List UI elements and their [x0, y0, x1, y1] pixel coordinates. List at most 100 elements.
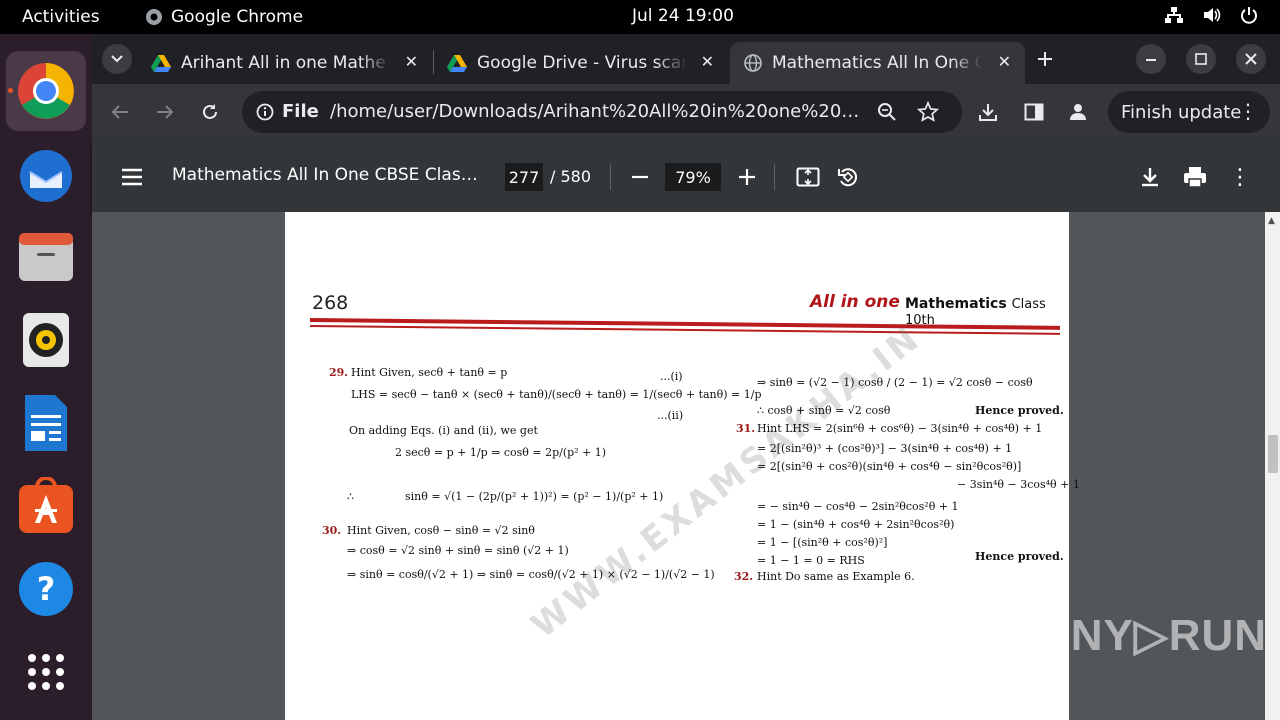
vertical-scrollbar[interactable]: ▲: [1265, 212, 1280, 720]
maximize-button[interactable]: [1186, 44, 1216, 74]
zoom-out-button[interactable]: [625, 162, 655, 192]
reload-button[interactable]: [194, 96, 226, 128]
q30-line-3: ⇒ sinθ = cosθ/(√2 + 1) ⇒ sinθ = cosθ/(√2…: [347, 568, 715, 581]
zoom-level-input[interactable]: 79%: [665, 163, 721, 191]
pdf-title: Mathematics All In One CBSE Class 1...: [172, 165, 482, 185]
r-line-1: ⇒ sinθ = (√2 − 1) cosθ / (2 − 1) = √2 co…: [757, 376, 1033, 389]
address-bar[interactable]: File /home/user/Downloads/Arihant%20All%…: [242, 91, 962, 133]
url-text[interactable]: /home/user/Downloads/Arihant%20All%20in%…: [330, 101, 870, 122]
close-icon[interactable]: ✕: [998, 52, 1011, 71]
hamburger-icon: [122, 168, 142, 186]
printer-icon: [1184, 167, 1206, 188]
svg-text:?: ?: [37, 570, 56, 608]
folder-icon: [19, 233, 73, 281]
q29-therefore: ∴: [347, 490, 354, 503]
system-tray[interactable]: [1164, 6, 1258, 24]
dock-files[interactable]: [6, 217, 86, 297]
q32-line-1: Hint Do same as Example 6.: [757, 570, 915, 583]
dock-help[interactable]: ?: [6, 549, 86, 629]
software-store-icon: [19, 477, 73, 533]
clock[interactable]: Jul 24 19:00: [632, 6, 734, 26]
google-drive-icon: [447, 55, 467, 72]
globe-icon: [744, 54, 762, 72]
new-tab-button[interactable]: [1029, 43, 1061, 75]
tab-1[interactable]: Arihant All in one Mathe ✕: [137, 42, 432, 84]
maximize-icon: [1195, 53, 1207, 65]
q31-line-2: = 2[(sin²θ)³ + (cos²θ)³] − 3(sin⁴θ + cos…: [757, 442, 1013, 455]
power-icon: [1241, 7, 1257, 24]
bookmark-star-icon[interactable]: [917, 101, 939, 123]
dock-thunderbird[interactable]: [6, 134, 86, 214]
profile-button[interactable]: [1062, 96, 1094, 128]
toolbar-divider: [610, 164, 611, 190]
zoom-icon[interactable]: [877, 102, 897, 122]
tab-title: Arihant All in one Mathe: [181, 53, 386, 73]
q31-line-7: = 1 − [(sin²θ + cos²θ)²]: [757, 536, 888, 549]
close-icon: [1245, 53, 1257, 65]
activities-button[interactable]: Activities: [22, 7, 100, 27]
site-info-chip[interactable]: File: [256, 101, 319, 122]
dock-rhythmbox[interactable]: [6, 300, 86, 380]
minimize-button[interactable]: [1136, 44, 1166, 74]
dock-show-apps[interactable]: [6, 632, 86, 712]
q31-line-6: = 1 − (sin⁴θ + cos⁴θ + 2sin²θcos²θ): [757, 518, 955, 531]
r-line-2: ∴ cosθ + sinθ = √2 cosθ: [757, 404, 891, 417]
side-panel-icon: [1024, 103, 1044, 121]
chrome-small-icon: [146, 9, 162, 25]
hence-proved-2: Hence proved.: [975, 550, 1064, 563]
page-number-input[interactable]: 277: [505, 163, 543, 191]
pdf-toolbar: Mathematics All In One CBSE Class 1... 2…: [92, 140, 1280, 212]
q29-number: 29.: [329, 366, 349, 379]
minus-icon: [632, 175, 648, 179]
pdf-more-button[interactable]: ⋮: [1225, 162, 1255, 192]
more-vertical-icon: ⋮: [1229, 164, 1251, 190]
dock: ?: [0, 34, 92, 720]
toolbar-divider: [774, 164, 775, 190]
dock-writer[interactable]: [6, 383, 86, 463]
back-button[interactable]: [104, 96, 136, 128]
download-icon: [979, 104, 997, 121]
finish-update-button[interactable]: Finish update ⋮: [1108, 91, 1270, 133]
dock-software[interactable]: [6, 466, 86, 546]
q31-line-4: − 3sin⁴θ − 3cos⁴θ + 1: [957, 478, 1080, 491]
scrollbar-thumb[interactable]: [1268, 435, 1278, 473]
close-icon[interactable]: ✕: [405, 52, 418, 71]
forward-button[interactable]: [149, 96, 181, 128]
tab-3-active[interactable]: Mathematics All In One C ✕: [730, 42, 1025, 84]
tab-2[interactable]: Google Drive - Virus scar ✕: [433, 42, 728, 84]
close-window-button[interactable]: [1236, 44, 1266, 74]
finish-update-label: Finish update: [1121, 101, 1242, 123]
q29-line-3: On adding Eqs. (i) and (ii), we get: [349, 424, 538, 437]
brand-logo: All in one: [810, 292, 900, 312]
q29-tag-2: ...(ii): [657, 409, 684, 422]
zoom-in-button[interactable]: [732, 162, 762, 192]
more-vertical-icon: ⋮: [1238, 99, 1258, 123]
dock-chrome[interactable]: [6, 51, 86, 131]
pdf-menu-button[interactable]: [117, 162, 147, 192]
close-icon[interactable]: ✕: [701, 52, 714, 71]
q31-line-3: = 2[(sin²θ + cos²θ)(sin⁴θ + cos⁴θ − sin²…: [757, 460, 1022, 473]
downloads-button[interactable]: [972, 96, 1004, 128]
side-panel-button[interactable]: [1018, 96, 1050, 128]
system-top-bar: Activities Google Chrome Jul 24 19:00: [0, 0, 1280, 34]
tab-title: Google Drive - Virus scar: [477, 53, 687, 73]
scroll-up-arrow-icon[interactable]: ▲: [1268, 216, 1275, 226]
q31-number: 31.: [736, 422, 756, 435]
print-button[interactable]: [1180, 162, 1210, 192]
volume-icon: [1204, 8, 1221, 22]
app-menu[interactable]: Google Chrome: [145, 7, 303, 27]
fit-to-page-icon: [796, 167, 820, 187]
app-name-label: Google Chrome: [171, 7, 304, 27]
anyrun-watermark: ANY▷RUN: [1038, 611, 1268, 660]
rotate-button[interactable]: [833, 162, 863, 192]
q29-line-5: sinθ = √(1 − (2p/(p² + 1))²) = (p² − 1)/…: [405, 490, 664, 503]
minimize-icon: [1146, 59, 1156, 61]
chevron-down-icon: [111, 55, 123, 63]
tab-search-button[interactable]: [102, 44, 132, 74]
rotate-icon: [838, 168, 858, 187]
fit-page-button[interactable]: [793, 162, 823, 192]
book-header: Mathematics Class 10th: [905, 296, 1069, 328]
pdf-download-button[interactable]: [1135, 162, 1165, 192]
info-icon: [256, 103, 274, 120]
q30-line-2: ⇒ cosθ = √2 sinθ + sinθ = sinθ (√2 + 1): [347, 544, 569, 557]
